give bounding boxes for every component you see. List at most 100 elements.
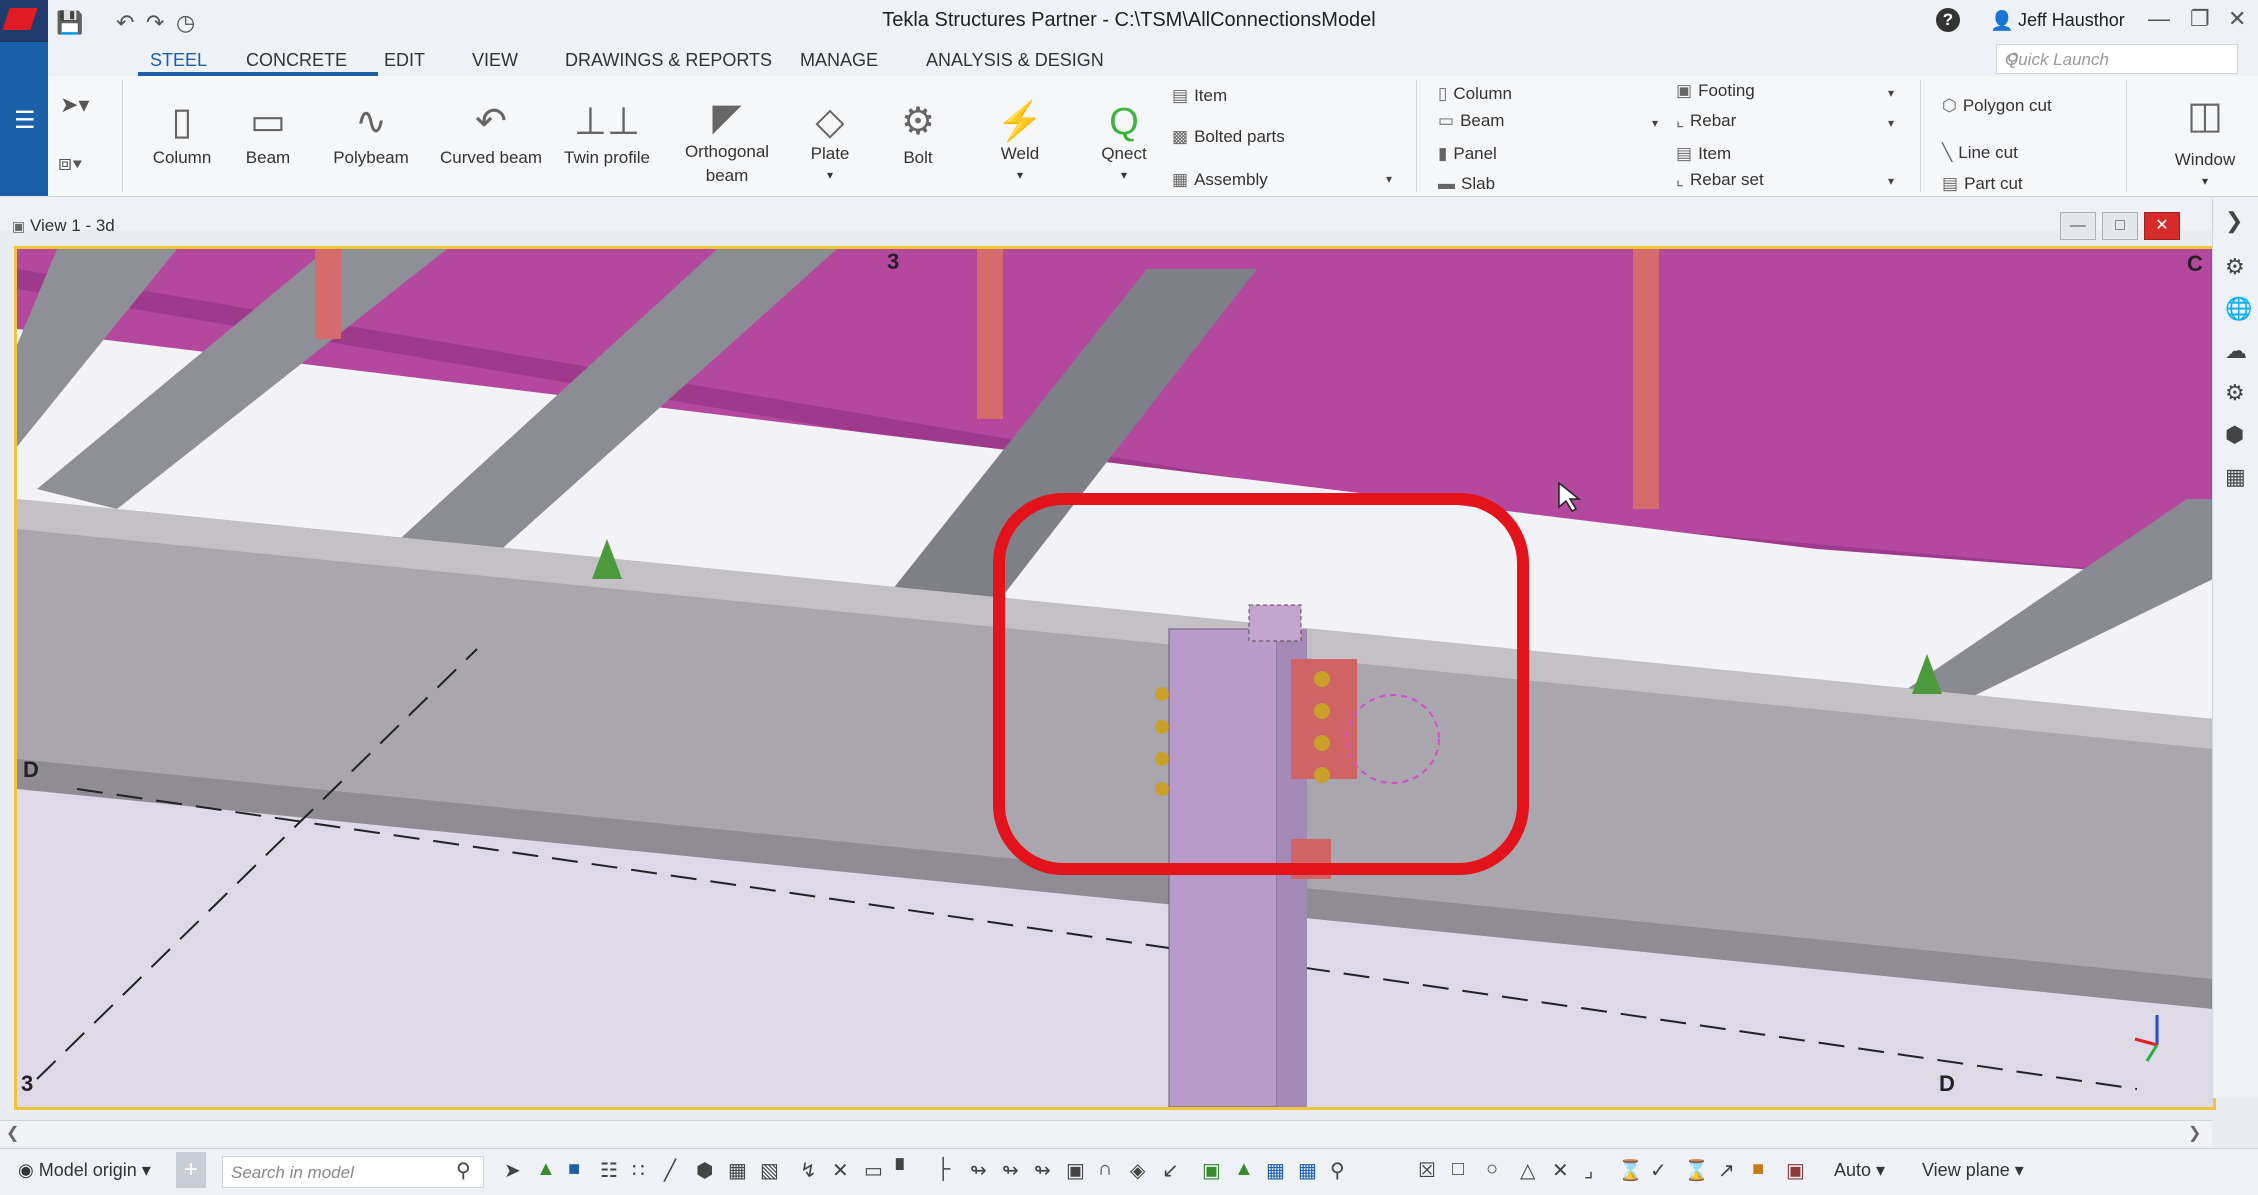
add-icon[interactable]: + xyxy=(176,1152,206,1188)
item-button[interactable]: ▤ Item xyxy=(1172,86,1227,106)
plate-button[interactable]: ◇ Plate ▾ xyxy=(794,96,866,184)
snap-layer-icon[interactable]: ◈ xyxy=(1130,1158,1145,1183)
view-close-icon[interactable]: ✕ xyxy=(2144,212,2180,240)
snap-edge-icon[interactable]: ▭ xyxy=(864,1158,883,1183)
snap-component-icon[interactable]: ▣ xyxy=(1066,1158,1085,1183)
select-welds-icon[interactable]: ▦ xyxy=(728,1158,747,1183)
select-arrow-icon[interactable]: ➤▾ xyxy=(60,92,89,118)
restore-icon[interactable]: ❐ xyxy=(2190,6,2210,32)
horizontal-scrollbar[interactable]: ❮ ❯ xyxy=(0,1120,2212,1147)
tab-edit[interactable]: EDIT xyxy=(384,50,425,71)
footing-button[interactable]: ▣ Footing xyxy=(1676,81,1755,101)
snap-plane-icon[interactable]: ▲ xyxy=(1234,1158,1254,1181)
tab-manage[interactable]: MANAGE xyxy=(800,50,878,71)
concrete-beam-button[interactable]: ▭ Beam xyxy=(1438,111,1504,131)
select-tool-icon[interactable]: ➤ xyxy=(504,1158,521,1183)
help-icon[interactable]: ? xyxy=(1936,8,1960,32)
snap-ref-icon[interactable]: ↬ xyxy=(970,1158,987,1183)
user-name[interactable]: Jeff Hausthor xyxy=(2018,10,2125,31)
scroll-left-icon[interactable]: ❮ xyxy=(6,1123,19,1143)
tool-check-icon[interactable]: ✓ xyxy=(1650,1158,1667,1183)
model-viewport-3d[interactable]: 3 C D 3 D xyxy=(14,246,2216,1110)
footing-dropdown[interactable]: ▾ xyxy=(1888,86,1894,100)
view-minimize-icon[interactable]: — xyxy=(2060,212,2096,240)
orthogonal-beam-button[interactable]: ◤ Orthogonal beam xyxy=(672,96,782,188)
snap-ref2-icon[interactable]: ↬ xyxy=(1002,1158,1019,1183)
tab-concrete[interactable]: CONCRETE xyxy=(246,50,347,71)
select-parts-icon[interactable]: ▲ xyxy=(536,1158,556,1181)
select-grids-icon[interactable]: ☷ xyxy=(600,1158,618,1183)
rebar-button[interactable]: ⌞ Rebar xyxy=(1676,111,1736,131)
tab-drawings-reports[interactable]: DRAWINGS & REPORTS xyxy=(565,50,772,71)
search-icon[interactable]: ⚲ xyxy=(2005,50,2231,70)
auto-dropdown[interactable]: Auto ▾ xyxy=(1834,1160,1885,1181)
concrete-beam-dropdown[interactable]: ▾ xyxy=(1652,116,1658,130)
tool-render-icon[interactable]: ▣ xyxy=(1786,1158,1805,1183)
snap-tool-icon[interactable]: ⧈▾ xyxy=(58,150,83,176)
snap-grid2-icon[interactable]: ▦ xyxy=(1298,1158,1317,1183)
snap-ref3-icon[interactable]: ↬ xyxy=(1034,1158,1051,1183)
rebar-dropdown[interactable]: ▾ xyxy=(1888,116,1894,130)
tool-box-icon[interactable]: ☒ xyxy=(1418,1158,1436,1183)
steel-more-dropdown[interactable]: ▾ xyxy=(1386,172,1392,186)
concrete-item-button[interactable]: ▤ Item xyxy=(1676,144,1731,164)
weld-button[interactable]: ⚡ Weld ▾ xyxy=(984,96,1056,184)
select-cuts-icon[interactable]: ▧ xyxy=(760,1158,779,1183)
settings-gear-icon[interactable]: ⚙ xyxy=(2225,380,2245,406)
bolted-parts-button[interactable]: ▩ Bolted parts xyxy=(1172,127,1285,147)
components-icon[interactable]: ▦ xyxy=(2225,464,2246,490)
select-lines-icon[interactable]: ╱ xyxy=(664,1158,676,1183)
close-icon[interactable]: ✕ xyxy=(2228,6,2246,32)
cube-icon[interactable]: ⬢ xyxy=(2225,422,2244,448)
concrete-slab-button[interactable]: ▬ Slab xyxy=(1438,174,1495,194)
tab-steel[interactable]: STEEL xyxy=(150,50,207,71)
tool-square-icon[interactable]: □ xyxy=(1452,1158,1464,1181)
polygon-cut-button[interactable]: ⬡ Polygon cut xyxy=(1942,96,2052,116)
model-origin-dropdown[interactable]: ◉ Model origin ▾ xyxy=(18,1160,151,1181)
window-button[interactable]: ◫ Window ▾ xyxy=(2160,90,2250,190)
qnect-button[interactable]: Q Qnect ▾ xyxy=(1088,96,1160,184)
user-icon[interactable]: 👤 xyxy=(1990,9,2014,33)
snap-center-icon[interactable]: ▘ xyxy=(896,1158,911,1183)
search-icon[interactable]: ⚲ xyxy=(456,1158,471,1183)
snap-nearest-icon[interactable]: ∩ xyxy=(1098,1158,1112,1181)
tab-analysis-design[interactable]: ANALYSIS & DESIGN xyxy=(926,50,1104,71)
snap-line-icon[interactable]: ├ xyxy=(936,1158,950,1181)
concrete-column-button[interactable]: ▯ Column xyxy=(1438,84,1512,104)
minimize-icon[interactable]: — xyxy=(2148,6,2170,32)
tool-arrow-icon[interactable]: ↗ xyxy=(1718,1158,1735,1183)
part-cut-button[interactable]: ▤ Part cut xyxy=(1942,174,2023,194)
curved-beam-button[interactable]: ↶ Curved beam xyxy=(436,96,546,168)
line-cut-button[interactable]: ╲ Line cut xyxy=(1942,143,2018,163)
snap-grid-icon[interactable]: ▦ xyxy=(1266,1158,1285,1183)
snap-custom-icon[interactable]: ↙ xyxy=(1162,1158,1179,1183)
twin-profile-button[interactable]: ⊥⊥ Twin profile xyxy=(560,96,654,168)
tool-hourglass2-icon[interactable]: ⌛ xyxy=(1684,1158,1709,1183)
properties-icon[interactable]: ⚙ xyxy=(2225,254,2245,280)
expand-panel-icon[interactable]: ❯ xyxy=(2225,208,2243,234)
snap-midpoint-icon[interactable]: ✕ xyxy=(832,1158,849,1183)
tool-triangle-icon[interactable]: △ xyxy=(1520,1158,1535,1183)
view-plane-dropdown[interactable]: View plane ▾ xyxy=(1922,1160,2024,1181)
tool-cross-icon[interactable]: ✕ xyxy=(1552,1158,1569,1183)
search-model-input[interactable]: Search in model xyxy=(222,1156,484,1188)
globe-icon[interactable]: 🌐 xyxy=(2225,296,2252,322)
scroll-right-icon[interactable]: ❯ xyxy=(2188,1123,2201,1143)
hamburger-menu-icon[interactable]: ☰ xyxy=(14,106,36,135)
rebar-set-button[interactable]: ⌞ Rebar set xyxy=(1676,170,1764,190)
select-points-icon[interactable]: ∷ xyxy=(632,1158,645,1183)
beam-button[interactable]: ▭ Beam xyxy=(232,96,304,168)
concrete-panel-button[interactable]: ▮ Panel xyxy=(1438,144,1497,164)
snap-magnet-icon[interactable]: ⚲ xyxy=(1330,1158,1345,1183)
tool-corner-icon[interactable]: ⌟ xyxy=(1584,1158,1593,1183)
view-maximize-icon[interactable]: □ xyxy=(2102,212,2138,240)
tool-circle-icon[interactable]: ○ xyxy=(1486,1158,1498,1181)
select-objects-icon[interactable]: ■ xyxy=(568,1158,580,1181)
select-surfaces-icon[interactable]: ⬢ xyxy=(696,1158,713,1183)
snap-icon[interactable]: ↯ xyxy=(800,1158,817,1183)
polybeam-button[interactable]: ∿ Polybeam xyxy=(326,96,416,168)
assembly-button[interactable]: ▦ Assembly xyxy=(1172,170,1268,190)
quick-launch-input[interactable]: Quick Launch ⚲ xyxy=(1996,44,2238,74)
tab-view[interactable]: VIEW xyxy=(472,50,518,71)
tool-hourglass-icon[interactable]: ⌛ xyxy=(1618,1158,1643,1183)
